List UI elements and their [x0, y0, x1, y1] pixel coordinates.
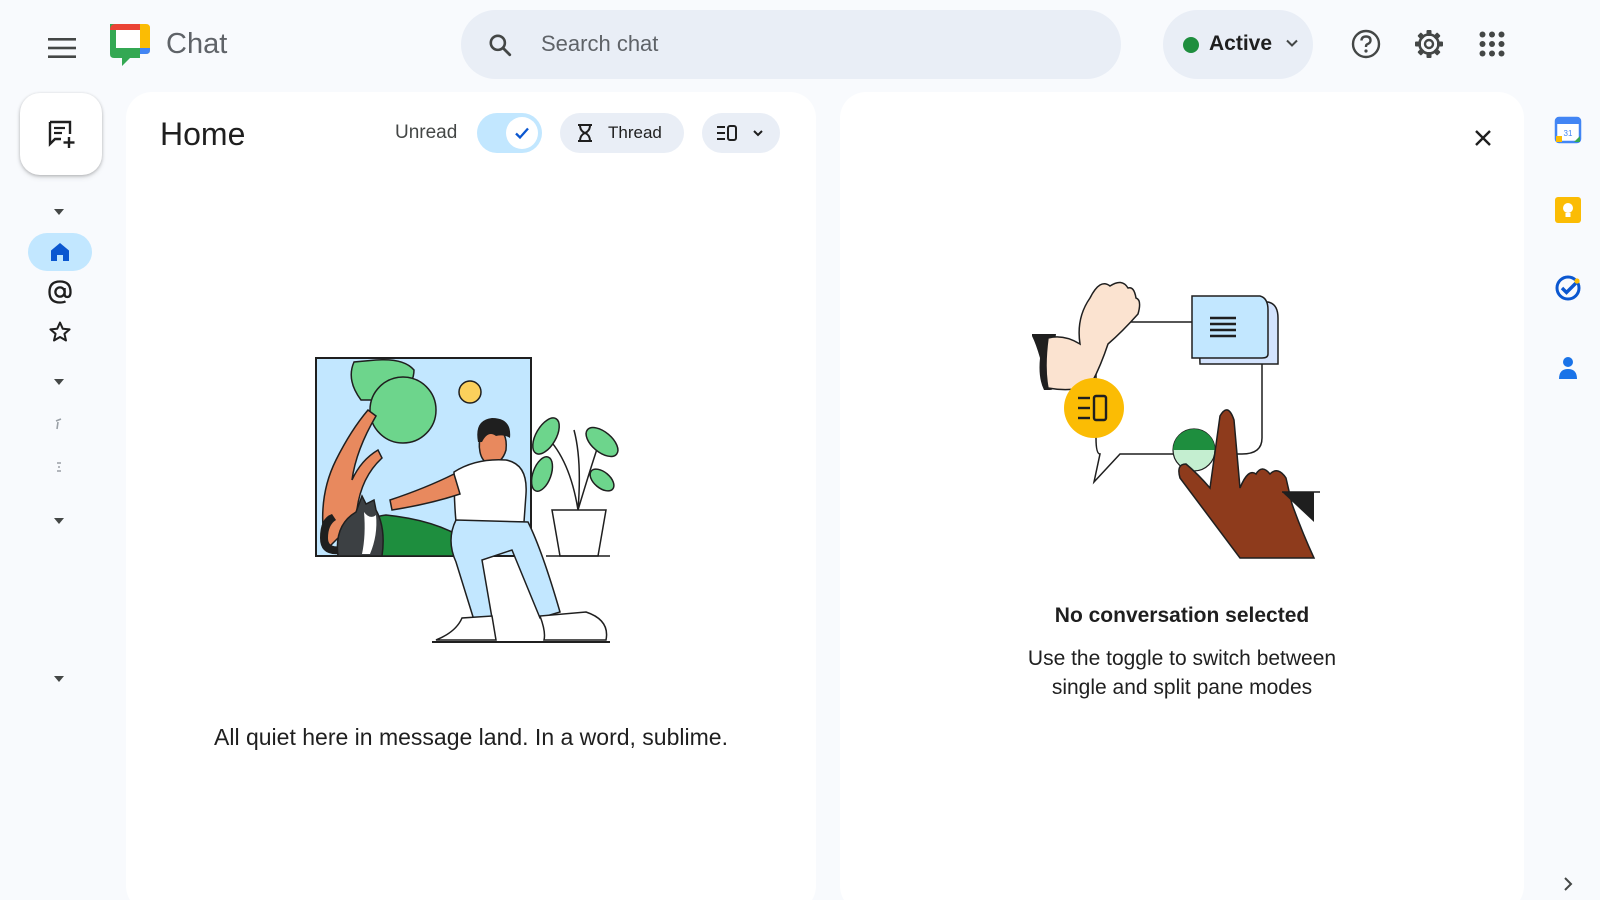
thread-chip-label: Thread [608, 123, 662, 142]
app-title: Chat [166, 28, 228, 60]
caret-down-icon [54, 676, 64, 682]
page-title: Home [160, 116, 246, 152]
gear-icon [1415, 30, 1443, 58]
caret-down-icon [54, 209, 64, 215]
keep-icon [1555, 197, 1581, 223]
no-conversation-subtitle: Use the toggle to switch between single … [1027, 647, 1337, 699]
rail-collapsed-item[interactable] [55, 462, 63, 474]
rail-item-starred[interactable] [28, 313, 92, 351]
empty-state-message: All quiet here in message land. In a wor… [214, 724, 728, 750]
chevron-down-icon [752, 127, 764, 139]
apps-grid-icon [1479, 31, 1505, 57]
thread-filter-chip[interactable]: Thread [560, 113, 684, 153]
top-bar: Chat Active [0, 0, 1600, 90]
search-icon[interactable] [487, 32, 513, 58]
expand-side-panel-button[interactable] [1556, 872, 1580, 896]
keep-app-button[interactable] [1550, 192, 1586, 228]
tasks-icon [1555, 275, 1581, 301]
google-apps-button[interactable] [1468, 20, 1516, 68]
no-conversation-title: No conversation selected [1054, 604, 1310, 627]
home-icon [51, 243, 69, 261]
pane-mode-dropdown[interactable] [702, 113, 780, 153]
conversation-panel: No conversation selected Use the toggle … [840, 92, 1524, 900]
collapsed-item-mark-icon [55, 418, 62, 430]
tasks-app-button[interactable] [1550, 270, 1586, 306]
rail-item-home[interactable] [28, 233, 92, 271]
help-icon [1351, 29, 1381, 59]
search-input[interactable] [541, 26, 1081, 62]
new-chat-button[interactable] [20, 93, 102, 175]
rail-collapsed-item[interactable] [55, 418, 63, 430]
status-dot [1183, 37, 1199, 53]
check-icon [515, 127, 529, 140]
collapsed-item-mark-icon [57, 462, 61, 472]
calendar-icon: 31 [1554, 116, 1582, 144]
help-button[interactable] [1342, 20, 1390, 68]
contacts-icon [1559, 357, 1577, 379]
collapse-spaces-toggle[interactable] [49, 511, 69, 531]
unread-filter-label: Unread [395, 122, 458, 143]
caret-down-icon [54, 518, 64, 524]
chevron-down-icon [1286, 39, 1298, 47]
caret-down-icon [54, 379, 64, 385]
star-icon [49, 321, 71, 342]
contacts-app-button[interactable] [1550, 350, 1586, 386]
settings-button[interactable] [1405, 20, 1453, 68]
status-dropdown-button[interactable]: Active [1163, 10, 1313, 79]
hourglass-thread-icon [576, 123, 594, 143]
calendar-app-button[interactable]: 31 [1550, 112, 1586, 148]
chat-logo-icon[interactable] [104, 20, 152, 68]
rail-item-mentions[interactable] [28, 273, 92, 311]
home-panel: Home Unread Thread All quiet here in mes… [126, 92, 816, 900]
unread-toggle[interactable] [477, 113, 542, 153]
toggle-knob [506, 117, 538, 149]
collapse-apps-toggle[interactable] [49, 669, 69, 689]
collapse-direct-messages-toggle[interactable] [49, 372, 69, 392]
new-chat-icon [48, 120, 75, 148]
close-panel-button[interactable] [1463, 118, 1503, 158]
svg-text:31: 31 [1564, 129, 1573, 138]
menu-icon [48, 38, 76, 58]
main-menu-button[interactable] [38, 24, 86, 72]
search-bar[interactable] [461, 10, 1121, 79]
relaxing-person-illustration [315, 357, 619, 643]
close-icon [1475, 130, 1491, 146]
collapse-shortcuts-toggle[interactable] [49, 202, 69, 222]
chevron-right-icon [1564, 877, 1573, 891]
split-pane-hands-illustration [1032, 281, 1320, 559]
status-label: Active [1209, 32, 1273, 55]
at-sign-icon [48, 280, 72, 304]
split-pane-icon [716, 125, 738, 141]
